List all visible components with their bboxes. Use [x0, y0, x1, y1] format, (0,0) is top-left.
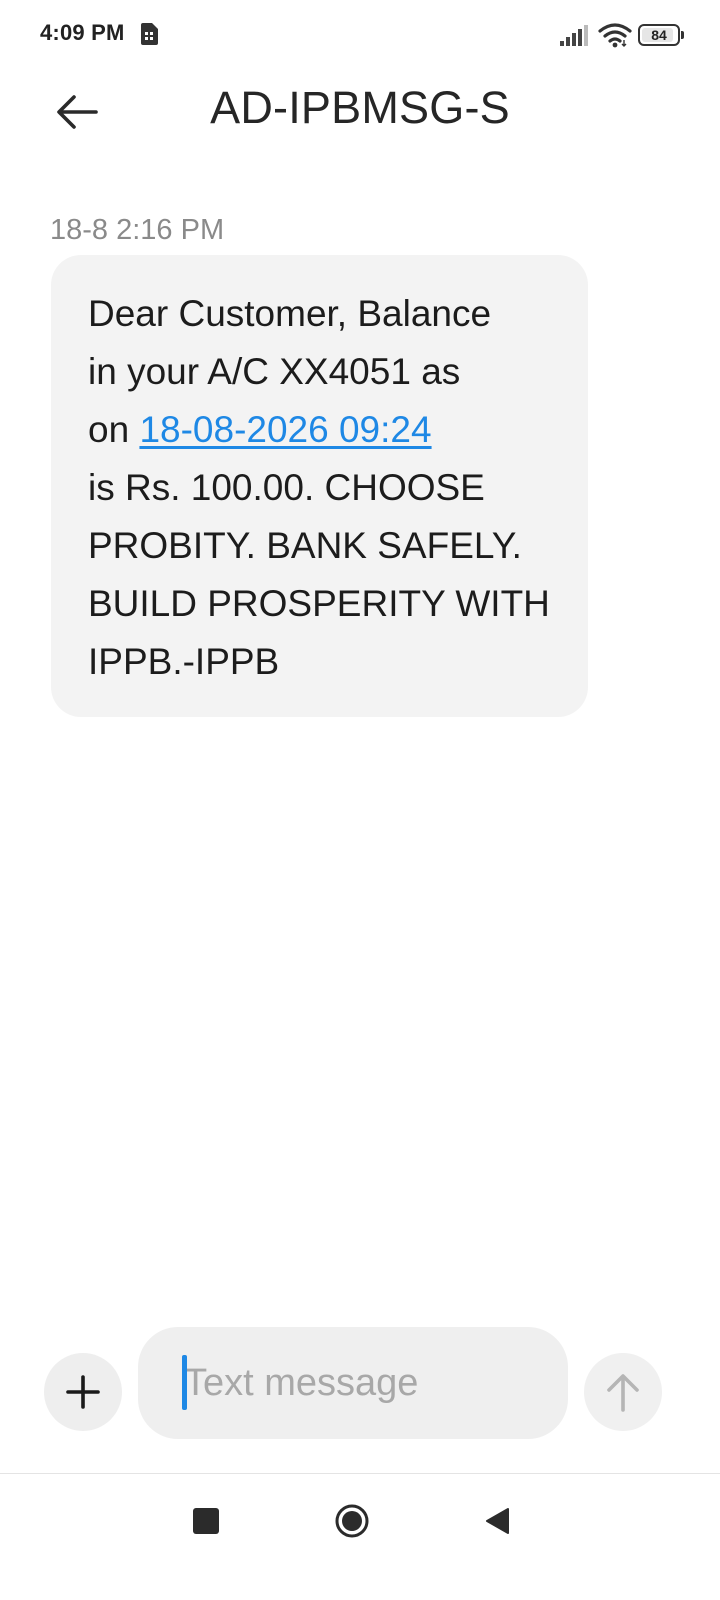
signal-icon — [560, 25, 588, 46]
square-recents-icon[interactable] — [193, 1508, 219, 1534]
date-link[interactable]: 18-08-2026 09:24 — [139, 409, 431, 450]
message-line: BUILD PROSPERITY WITH — [88, 583, 550, 624]
message-bubble[interactable]: Dear Customer, Balance in your A/C XX405… — [51, 255, 588, 717]
attach-button[interactable] — [44, 1353, 122, 1431]
text-cursor — [182, 1355, 187, 1410]
message-timestamp: 18-8 2:16 PM — [50, 214, 225, 246]
triangle-back-icon[interactable] — [484, 1507, 510, 1535]
message-line-with-link: on 18-08-2026 09:24 — [88, 401, 558, 459]
send-button[interactable] — [584, 1353, 662, 1431]
message-line: PROBITY. BANK SAFELY. — [88, 525, 522, 566]
message-line: Dear Customer, Balance — [88, 293, 492, 334]
sms-conversation-screen: 4:09 PM 84 AD-IPBMSG-S 18-8 2:16 PM Dear… — [0, 0, 720, 1600]
status-time: 4:09 PM — [40, 20, 125, 45]
arrow-left-icon — [57, 95, 98, 129]
conversation-title: AD-IPBMSG-S — [210, 82, 510, 133]
arrow-up-icon — [607, 1374, 639, 1412]
message-line: is Rs. 100.00. CHOOSE — [88, 467, 485, 508]
message-input[interactable] — [138, 1327, 568, 1439]
battery-icon: 84 — [638, 24, 684, 46]
status-bar: 4:09 PM 84 — [0, 0, 720, 70]
message-line: IPPB.-IPPB — [88, 641, 280, 682]
battery-level: 84 — [651, 27, 667, 43]
message-text: on — [88, 409, 140, 450]
message-line: in your A/C XX4051 as — [88, 351, 461, 392]
circle-home-icon[interactable] — [335, 1504, 369, 1538]
sim-card-icon — [141, 23, 158, 45]
back-button[interactable] — [50, 88, 108, 136]
wifi-icon — [598, 23, 632, 48]
plus-icon — [66, 1375, 100, 1409]
